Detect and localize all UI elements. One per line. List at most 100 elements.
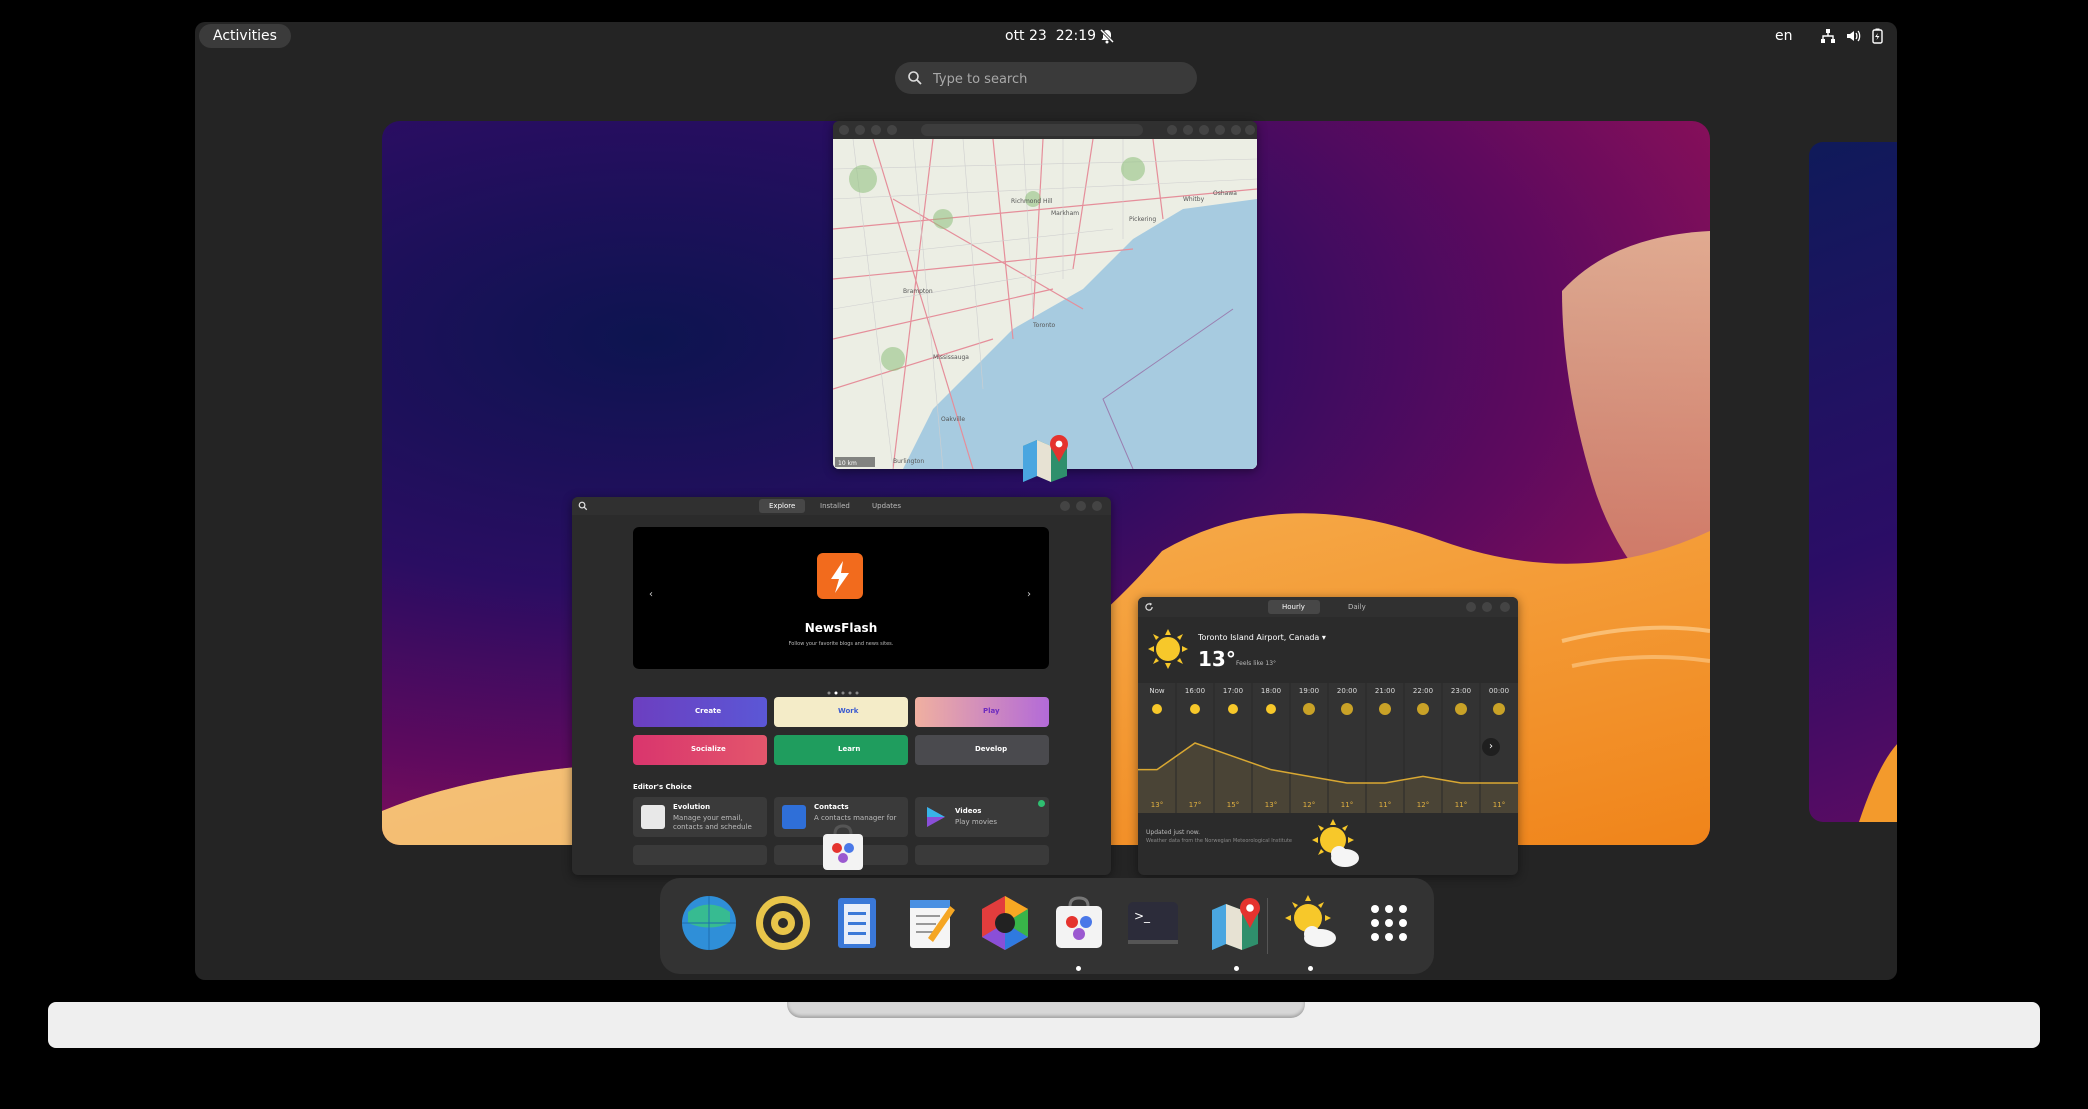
category-develop[interactable]: Develop bbox=[915, 735, 1049, 765]
map-label-burlington: Burlington bbox=[893, 458, 924, 465]
maps-location-button[interactable] bbox=[839, 125, 849, 135]
tab-hourly-label: Hourly bbox=[1282, 603, 1305, 611]
dash-dock: >_ bbox=[660, 878, 1434, 974]
evolution-app-icon bbox=[641, 805, 665, 829]
hour-label: 17:00 bbox=[1223, 687, 1243, 695]
data-source[interactable]: Weather data from the Norwegian Meteorol… bbox=[1146, 838, 1292, 844]
carousel-next-button[interactable]: › bbox=[1027, 589, 1031, 600]
web-browser-icon[interactable] bbox=[678, 892, 740, 954]
category-play[interactable]: Play bbox=[915, 697, 1049, 727]
installed-badge bbox=[1038, 800, 1045, 807]
map-view[interactable]: Richmond Hill Markham Pickering Oshawa W… bbox=[833, 138, 1257, 469]
running-indicator bbox=[1308, 966, 1313, 971]
refresh-icon[interactable] bbox=[1144, 602, 1154, 612]
app-tile-videos[interactable]: Videos Play movies bbox=[915, 797, 1049, 837]
terminal-icon[interactable]: >_ bbox=[1122, 892, 1184, 954]
maps-icon[interactable] bbox=[1206, 892, 1268, 954]
tab-explore-label: Explore bbox=[769, 502, 796, 510]
weather-location-selector[interactable]: Toronto Island Airport, Canada ▾ bbox=[1198, 633, 1326, 642]
search-icon[interactable] bbox=[578, 501, 588, 511]
network-wired-icon[interactable] bbox=[1820, 28, 1836, 44]
hourly-chart: Now 13° 16:00 17° 17:00 15° 18:00 13° 19:00 12° 20… bbox=[1138, 683, 1518, 813]
category-learn[interactable]: Learn bbox=[774, 735, 908, 765]
map-label-pickering: Pickering bbox=[1129, 216, 1156, 223]
tab-installed-label: Installed bbox=[820, 502, 850, 510]
text-editor-icon[interactable] bbox=[900, 892, 962, 954]
minimize-button[interactable] bbox=[1482, 602, 1492, 612]
tab-hourly[interactable]: Hourly bbox=[1268, 600, 1320, 614]
current-temperature: 13° bbox=[1198, 647, 1236, 671]
clock[interactable]: ott 23 22:19 bbox=[1005, 28, 1096, 44]
maps-headerbar bbox=[833, 121, 1257, 139]
maps-search-entry[interactable] bbox=[921, 124, 1143, 136]
menu-button[interactable] bbox=[1060, 501, 1070, 511]
hour-temperature: 15° bbox=[1227, 801, 1239, 809]
search-icon bbox=[908, 71, 922, 85]
featured-carousel[interactable]: NewsFlash Follow your favorite blogs and… bbox=[633, 527, 1049, 669]
category-socialize[interactable]: Socialize bbox=[633, 735, 767, 765]
map-label-brampton: Brampton bbox=[903, 288, 933, 295]
workspace-thumbnail-next[interactable] bbox=[1809, 142, 1897, 822]
maps-layers-button[interactable] bbox=[855, 125, 865, 135]
app-tile[interactable] bbox=[633, 845, 767, 865]
hour-label: 21:00 bbox=[1375, 687, 1395, 695]
category-create[interactable]: Create bbox=[633, 697, 767, 727]
weather-icon[interactable] bbox=[1280, 892, 1342, 954]
carousel-dots[interactable] bbox=[827, 680, 859, 695]
clock-date: ott 23 bbox=[1005, 28, 1047, 44]
hour-label: 22:00 bbox=[1413, 687, 1433, 695]
software-window[interactable]: Explore Installed Updates NewsFlash Foll… bbox=[572, 497, 1111, 875]
night-clear-icon bbox=[1303, 703, 1315, 715]
map-label-whitby: Whitby bbox=[1183, 196, 1205, 203]
maps-tools-button[interactable] bbox=[1183, 125, 1193, 135]
minimize-button[interactable] bbox=[1076, 501, 1086, 511]
close-button[interactable] bbox=[1245, 125, 1255, 135]
app-tile-desc: Manage your email, bbox=[673, 814, 743, 822]
tab-updates-label: Updates bbox=[872, 502, 901, 510]
tab-explore[interactable]: Explore bbox=[759, 499, 805, 513]
tab-installed[interactable]: Installed bbox=[810, 499, 856, 513]
maps-menu-button[interactable] bbox=[1199, 125, 1209, 135]
rhythmbox-icon[interactable] bbox=[752, 892, 814, 954]
app-tile[interactable] bbox=[915, 845, 1049, 865]
dock-separator bbox=[1267, 898, 1268, 954]
map-label-richmond-hill: Richmond Hill bbox=[1011, 198, 1053, 205]
close-button[interactable] bbox=[1092, 501, 1102, 511]
maps-window[interactable]: Richmond Hill Markham Pickering Oshawa W… bbox=[833, 121, 1257, 469]
minimize-button[interactable] bbox=[1215, 125, 1225, 135]
files-icon[interactable] bbox=[826, 892, 888, 954]
tab-daily[interactable]: Daily bbox=[1334, 600, 1386, 614]
app-tile-evolution[interactable]: Evolution Manage your email, contacts an… bbox=[633, 797, 767, 837]
volume-icon[interactable] bbox=[1845, 28, 1861, 44]
maps-zoom-button[interactable] bbox=[1167, 125, 1177, 135]
maximize-button[interactable] bbox=[1231, 125, 1241, 135]
maps-route-button[interactable] bbox=[871, 125, 881, 135]
menu-button[interactable] bbox=[1466, 602, 1476, 612]
laptop-screen: Activities ott 23 22:19 en Type to searc… bbox=[195, 22, 1897, 980]
carousel-prev-button[interactable]: ‹ bbox=[649, 589, 653, 600]
search-bar[interactable] bbox=[895, 62, 1197, 96]
image-viewer-icon[interactable] bbox=[974, 892, 1036, 954]
category-play-label: Play bbox=[983, 707, 1000, 715]
app-tile-name: Videos bbox=[955, 807, 982, 815]
activities-button[interactable]: Activities bbox=[199, 24, 291, 48]
keyboard-layout-indicator[interactable]: en bbox=[1775, 28, 1793, 44]
videos-app-icon bbox=[927, 807, 945, 827]
contacts-app-icon bbox=[782, 805, 806, 829]
night-clear-icon bbox=[1493, 703, 1505, 715]
sunny-icon bbox=[1152, 704, 1162, 714]
maps-bookmark-button[interactable] bbox=[887, 125, 897, 135]
app-tile-name: Evolution bbox=[673, 803, 711, 811]
tab-updates[interactable]: Updates bbox=[862, 499, 908, 513]
close-button[interactable] bbox=[1500, 602, 1510, 612]
hourly-next-button[interactable]: › bbox=[1482, 738, 1500, 756]
show-apps-grid-icon[interactable] bbox=[1358, 892, 1420, 954]
hourly-forecast[interactable]: Now 13° 16:00 17° 17:00 15° 18:00 13° 19:00 12° 20… bbox=[1138, 683, 1518, 813]
map-label-mississauga: Mississauga bbox=[933, 354, 969, 361]
category-learn-label: Learn bbox=[838, 745, 861, 753]
category-work[interactable]: Work bbox=[774, 697, 908, 727]
updated-status: Updated just now. bbox=[1146, 829, 1201, 836]
search-input[interactable] bbox=[931, 62, 1185, 96]
software-icon[interactable] bbox=[1048, 892, 1110, 954]
battery-charging-icon[interactable] bbox=[1869, 28, 1885, 44]
